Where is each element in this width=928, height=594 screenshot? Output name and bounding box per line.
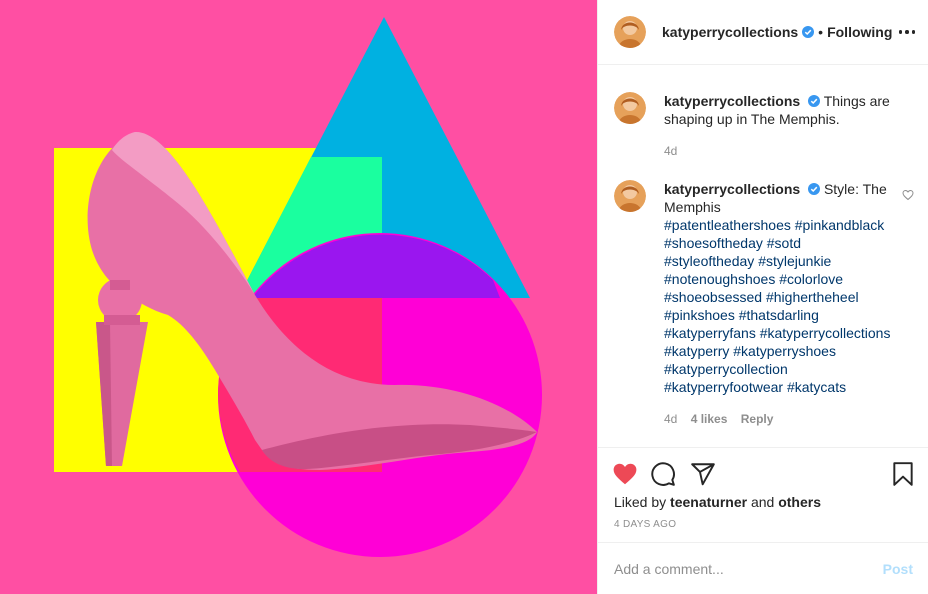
reply-button[interactable]: Reply	[741, 412, 774, 426]
comment-meta: 4d 4 likes Reply	[664, 410, 904, 428]
verified-badge-icon	[802, 26, 815, 38]
liked-by-and: and	[750, 494, 775, 510]
hashtag-link[interactable]: #katycats	[787, 379, 846, 395]
post-date[interactable]: 4 DAYS AGO	[614, 519, 676, 530]
hashtag-link[interactable]: #pinkshoes	[664, 307, 735, 323]
liked-by-text: Liked by teenaturner and others	[614, 494, 821, 510]
comment-time[interactable]: 4d	[664, 412, 677, 426]
comment-username[interactable]: katyperrycollections	[664, 181, 800, 197]
avatar[interactable]	[614, 92, 646, 124]
hashtag-link[interactable]: #katyperrycollection	[664, 361, 788, 377]
like-comment-heart-icon[interactable]	[902, 189, 914, 201]
comment-likes[interactable]: 4 likes	[691, 412, 728, 426]
comment-icon[interactable]	[650, 461, 676, 487]
hashtag-link[interactable]: #patentleathershoes	[664, 217, 791, 233]
comment-body: katyperrycollections Things are shaping …	[664, 92, 904, 160]
hashtag-link[interactable]: #katyperry	[664, 343, 729, 359]
memphis-shoe-artwork	[0, 0, 597, 594]
comment-meta: 4d	[664, 142, 904, 160]
caption-comment: katyperrycollections Things are shaping …	[614, 92, 914, 160]
add-comment-bar: Post	[598, 542, 928, 594]
hashtag-link[interactable]: #thatsdarling	[739, 307, 819, 323]
hashtag-list: #patentleathershoes #pinkandblack #shoeso…	[664, 217, 890, 395]
hashtag-link[interactable]: #highertheheel	[766, 289, 859, 305]
hashtag-link[interactable]: #shoeobsessed	[664, 289, 762, 305]
hashtag-link[interactable]: #stylejunkie	[758, 253, 831, 269]
comments-list[interactable]: katyperrycollections Things are shaping …	[598, 66, 928, 446]
comment-time[interactable]: 4d	[664, 144, 677, 158]
heart-filled-icon[interactable]	[612, 461, 638, 487]
avatar-image	[614, 92, 646, 124]
comment-username[interactable]: katyperrycollections	[664, 93, 800, 109]
hashtag-link[interactable]: #notenoughshoes	[664, 271, 775, 287]
post-sidebar: katyperrycollections • Following katyper…	[597, 0, 928, 594]
post-comment-button[interactable]: Post	[883, 561, 913, 577]
hashtag-link[interactable]: #katyperrycollections	[760, 325, 891, 341]
share-icon[interactable]	[690, 461, 716, 487]
hashtag-link[interactable]: #colorlove	[779, 271, 843, 287]
liked-by-others[interactable]: others	[778, 494, 821, 510]
hashtag-link[interactable]: #pinkandblack	[795, 217, 885, 233]
instagram-post: katyperrycollections • Following katyper…	[0, 0, 928, 594]
avatar[interactable]	[614, 180, 646, 212]
post-image[interactable]	[0, 0, 597, 594]
verified-badge-icon	[808, 95, 821, 107]
header-username[interactable]: katyperrycollections	[662, 24, 798, 40]
liked-by-user[interactable]: teenaturner	[670, 494, 747, 510]
avatar-image	[614, 180, 646, 212]
hashtag-link[interactable]: #katyperryfootwear	[664, 379, 783, 395]
liked-by-prefix: Liked by	[614, 494, 667, 510]
avatar[interactable]	[614, 16, 646, 48]
post-header: katyperrycollections • Following	[598, 0, 928, 65]
hashtag-link[interactable]: #sotd	[767, 235, 801, 251]
following-button[interactable]: Following	[827, 24, 892, 40]
hashtag-comment: katyperrycollections Style: The Memphis …	[614, 180, 914, 428]
hashtag-link[interactable]: #shoesoftheday	[664, 235, 763, 251]
post-actions: Liked by teenaturner and others 4 DAYS A…	[598, 447, 928, 542]
comment-body: katyperrycollections Style: The Memphis …	[664, 180, 904, 428]
header-separator: •	[818, 24, 824, 40]
more-options-icon[interactable]	[897, 22, 917, 42]
hashtag-link[interactable]: #katyperryshoes	[733, 343, 836, 359]
action-icons	[612, 461, 916, 487]
hashtag-link[interactable]: #styleoftheday	[664, 253, 754, 269]
hashtag-link[interactable]: #katyperryfans	[664, 325, 756, 341]
comment-input[interactable]	[614, 560, 883, 577]
verified-badge-icon	[808, 183, 821, 195]
avatar-image	[614, 16, 646, 48]
bookmark-icon[interactable]	[890, 461, 916, 487]
